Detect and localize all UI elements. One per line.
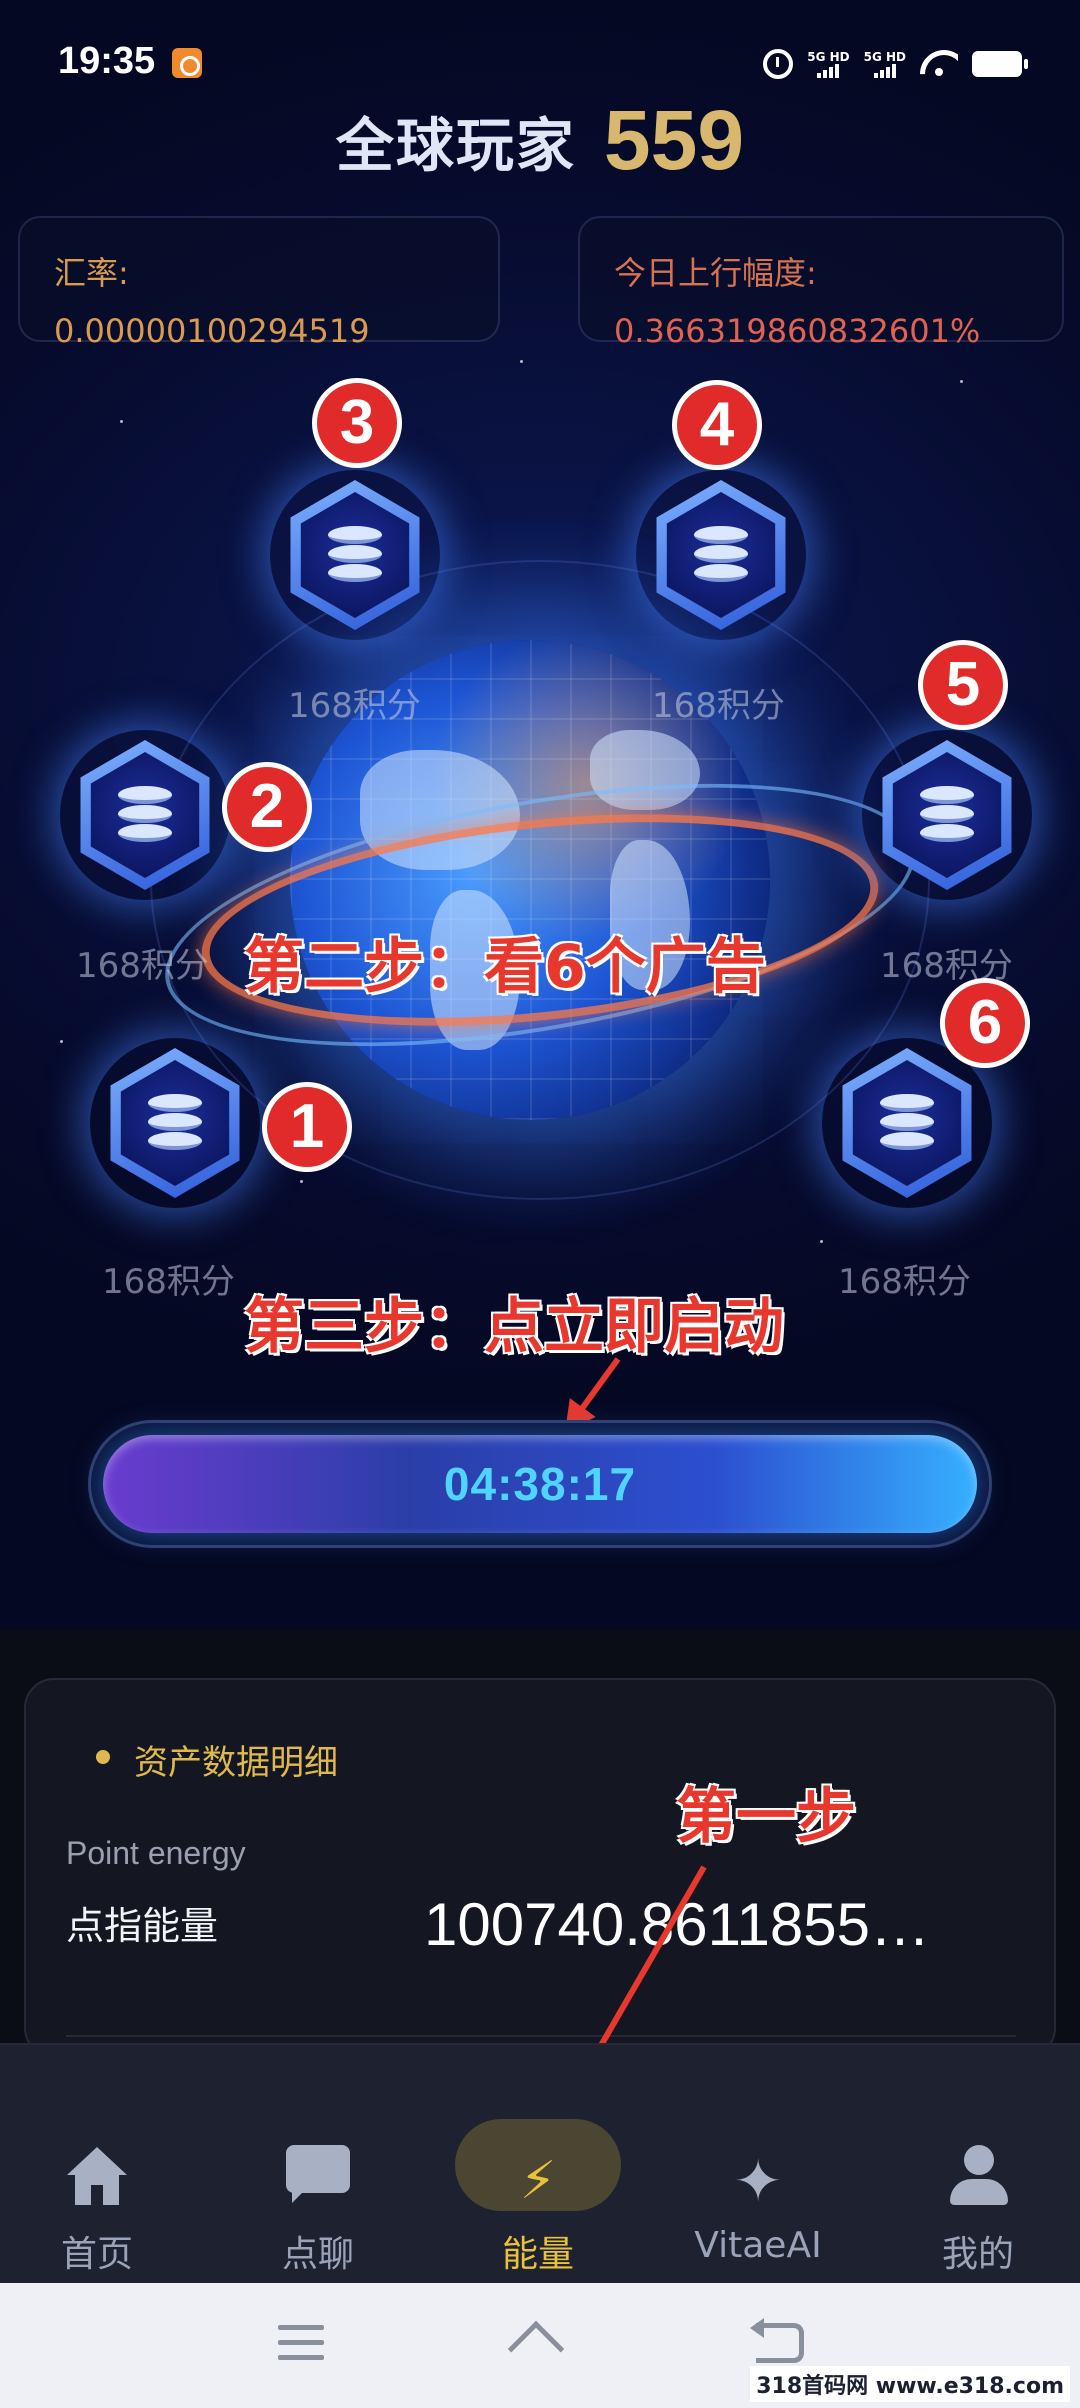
asset-sub-label: Point energy [66, 1835, 246, 1871]
start-timer-button[interactable]: 04:38:17 [103, 1435, 977, 1533]
user-icon [942, 2145, 1014, 2217]
node-4-points: 168积分 [652, 686, 785, 726]
step-badge-4: 4 [672, 380, 762, 470]
menu-icon[interactable] [278, 2325, 324, 2361]
alarm-icon [763, 49, 794, 79]
daily-rise-value: 0.366319860832601% [614, 312, 981, 350]
tab-profile[interactable]: 我的 [878, 2085, 1078, 2275]
status-time: 19:35 [58, 40, 156, 82]
daily-rise-label: 今日上行幅度: [614, 254, 817, 292]
tab-vitaeai-label: VitaeAI [694, 2225, 822, 2266]
coin-node-5[interactable] [872, 740, 1022, 890]
net-type-1: 5G HD [807, 49, 850, 64]
cellular-signal-1: 5G HD [807, 49, 850, 78]
step-badge-1: 1 [262, 1082, 352, 1172]
coin-node-4[interactable] [646, 480, 796, 630]
coin-node-3[interactable] [280, 480, 430, 630]
watermark: 318首码网 www.e318.com [750, 2366, 1070, 2402]
hero-background: 19:35 5G HD 5G HD 全球玩家 559 汇率: 0.0000010… [0, 0, 1080, 1630]
node-6-points: 168积分 [838, 1262, 971, 1302]
bolt-icon: ⚡ [519, 2151, 557, 2211]
coin-node-1[interactable] [100, 1048, 250, 1198]
tab-vitaeai[interactable]: ✦ VitaeAI [658, 2085, 858, 2266]
chat-icon [282, 2145, 354, 2217]
daily-rise-card: 今日上行幅度: 0.366319860832601% [578, 216, 1064, 350]
coin-node-2[interactable] [70, 740, 220, 890]
asset-name: 点指能量 [66, 1904, 219, 1948]
tab-chat-label: 点聊 [281, 2234, 354, 2275]
back-icon[interactable] [750, 2318, 804, 2363]
tab-home-label: 首页 [60, 2234, 133, 2275]
global-players-label: 全球玩家 [335, 111, 576, 180]
notification-app-icon [172, 48, 202, 78]
tab-home[interactable]: 首页 [0, 2085, 197, 2275]
tab-profile-label: 我的 [941, 2234, 1014, 2275]
step-2-annotation: 第二步：看6个广告 [244, 932, 766, 1002]
global-players-count: 559 [603, 93, 745, 187]
asset-divider [66, 2035, 1016, 2037]
exchange-rate-card: 汇率: 0.00000100294519 [18, 216, 500, 350]
step-badge-2: 2 [222, 762, 312, 852]
tab-energy[interactable]: ⚡ 能量 [438, 2085, 638, 2275]
step-3-annotation: 第三步：点立即启动 [244, 1292, 784, 1362]
home-nav-icon[interactable] [507, 2319, 568, 2378]
signal-bars-icon [873, 63, 896, 78]
cellular-signal-2: 5G HD [863, 49, 906, 78]
sparkle-icon: ✦ [733, 2147, 783, 2215]
wifi-icon [920, 50, 958, 78]
coins-icon [328, 526, 382, 584]
node-1-points: 168积分 [102, 1262, 235, 1302]
battery-icon [972, 51, 1028, 77]
tab-energy-label: 能量 [501, 2234, 574, 2275]
bottom-tab-bar: 首页 点聊 ⚡ 能量 ✦ VitaeAI 我的 [0, 2043, 1080, 2283]
node-2-points: 168积分 [76, 946, 209, 986]
net-type-2: 5G HD [863, 49, 906, 64]
coins-icon [920, 786, 974, 844]
tab-chat[interactable]: 点聊 [218, 2085, 418, 2275]
home-icon [61, 2145, 133, 2217]
asset-card-title: 资产数据明细 [96, 1735, 338, 1784]
exchange-rate-value: 0.00000100294519 [54, 312, 370, 350]
system-nav-bar: 318首码网 www.e318.com [0, 2283, 1080, 2408]
coins-icon [880, 1094, 934, 1152]
start-button-frame: 04:38:17 [88, 1420, 992, 1548]
step-badge-5: 5 [918, 640, 1008, 730]
exchange-rate-label: 汇率: [54, 254, 129, 292]
coins-icon [148, 1094, 202, 1152]
coin-node-6[interactable] [832, 1048, 982, 1198]
status-icons: 5G HD 5G HD [763, 44, 1028, 84]
step-badge-3: 3 [312, 378, 402, 468]
app-screen: 19:35 5G HD 5G HD 全球玩家 559 汇率: 0.0000010… [0, 0, 1080, 2408]
global-players-header: 全球玩家 559 [0, 92, 1080, 189]
asset-value: 100740.8611855… [424, 1891, 931, 1958]
coins-icon [118, 786, 172, 844]
signal-bars-icon [817, 63, 840, 78]
step-1-annotation: 第一步 [676, 1782, 856, 1852]
coins-icon [694, 526, 748, 584]
step-badge-6: 6 [940, 978, 1030, 1068]
asset-card-title-text: 资产数据明细 [134, 1743, 338, 1783]
node-3-points: 168积分 [288, 686, 421, 726]
